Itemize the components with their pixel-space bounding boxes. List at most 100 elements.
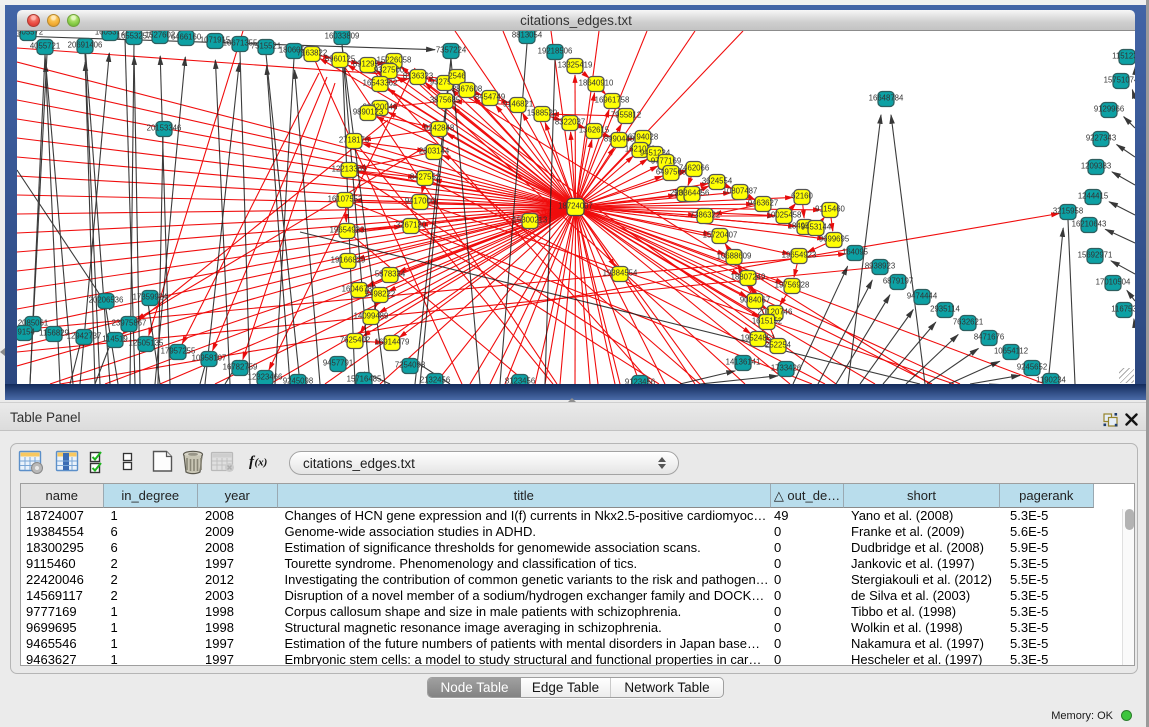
- svg-text:8123456: 8123456: [505, 377, 535, 385]
- svg-text:9115460: 9115460: [815, 205, 845, 214]
- svg-text:18807249: 18807249: [731, 273, 766, 282]
- svg-text:14099489: 14099489: [354, 312, 389, 321]
- svg-text:20153346: 20153346: [147, 124, 182, 133]
- svg-text:8471676: 8471676: [974, 333, 1004, 342]
- svg-text:9245098: 9245098: [283, 377, 313, 385]
- svg-text:8136323: 8136323: [403, 72, 433, 81]
- svg-text:1615152: 1615152: [752, 317, 782, 326]
- svg-text:18724007: 18724007: [558, 202, 593, 211]
- svg-text:1733426: 1733426: [771, 364, 801, 373]
- svg-text:15751074: 15751074: [1104, 76, 1135, 85]
- svg-text:9463627: 9463627: [748, 199, 778, 208]
- svg-text:8813054: 8813054: [512, 31, 543, 40]
- svg-text:10654112: 10654112: [994, 347, 1028, 356]
- svg-text:116753: 116753: [1111, 305, 1135, 314]
- svg-text:13325419: 13325419: [558, 61, 593, 70]
- svg-text:9129966: 9129966: [1094, 105, 1124, 114]
- svg-text:2132456: 2132456: [420, 376, 450, 385]
- svg-text:62160: 62160: [791, 192, 813, 201]
- svg-text:3215958: 3215958: [1053, 207, 1083, 216]
- svg-text:1156829: 1156829: [39, 329, 69, 338]
- svg-text:(x): (x): [255, 457, 268, 469]
- svg-text:7386322: 7386322: [690, 211, 720, 220]
- svg-text:9327500: 9327500: [374, 66, 405, 75]
- svg-text:7632621: 7632621: [953, 318, 983, 327]
- svg-text:16543362: 16543362: [363, 79, 398, 88]
- svg-text:7462066: 7462066: [679, 164, 709, 173]
- svg-text:7625402: 7625402: [340, 336, 370, 345]
- svg-text:3267130: 3267130: [396, 221, 427, 230]
- svg-text:10688609: 10688609: [717, 252, 752, 261]
- svg-text:16033809: 16033809: [325, 32, 360, 41]
- svg-text:7515521: 7515521: [251, 42, 281, 51]
- svg-text:1244415: 1244415: [1078, 192, 1109, 201]
- svg-text:9084067: 9084067: [740, 296, 770, 305]
- svg-text:6879197: 6879197: [883, 277, 913, 286]
- svg-text:7163822: 7163822: [297, 49, 327, 58]
- svg-text:10958107: 10958107: [192, 354, 227, 363]
- svg-text:7955812: 7955812: [611, 111, 641, 120]
- svg-text:9699695: 9699695: [819, 235, 850, 244]
- svg-text:9777169: 9777169: [651, 157, 681, 166]
- svg-text:19756928: 19756928: [775, 281, 810, 290]
- svg-text:8454749: 8454749: [475, 93, 505, 102]
- svg-text:9245652: 9245652: [1017, 363, 1047, 372]
- svg-text:17010504: 17010504: [1096, 278, 1131, 287]
- svg-text:8960125: 8960125: [325, 55, 356, 64]
- svg-text:1209383: 1209383: [1081, 162, 1111, 171]
- svg-text:10025458: 10025458: [767, 211, 802, 220]
- svg-text:15692971: 15692971: [1078, 251, 1113, 260]
- svg-text:19384554: 19384554: [603, 269, 638, 278]
- svg-text:114519: 114519: [102, 335, 127, 344]
- svg-text:9146821: 9146821: [503, 100, 533, 109]
- svg-text:9417006: 9417006: [405, 197, 435, 206]
- svg-text:16210643: 16210643: [1072, 220, 1107, 229]
- svg-text:19218506: 19218506: [538, 47, 573, 56]
- svg-text:2803144: 2803144: [419, 147, 450, 156]
- svg-text:3624554: 3624554: [702, 177, 733, 186]
- svg-text:4055721: 4055721: [30, 42, 60, 51]
- svg-text:6794028: 6794028: [628, 133, 658, 142]
- svg-text:39154: 39154: [17, 328, 36, 337]
- svg-text:16782759: 16782759: [223, 363, 258, 372]
- svg-text:15720407: 15720407: [703, 231, 738, 240]
- svg-text:19654923: 19654923: [782, 251, 817, 260]
- svg-text:14136141: 14136141: [726, 358, 761, 367]
- svg-text:1362615: 1362615: [579, 126, 610, 135]
- svg-text:1151234: 1151234: [1112, 52, 1135, 61]
- svg-text:6466160: 6466160: [171, 33, 202, 42]
- svg-text:12323466: 12323466: [248, 373, 283, 382]
- svg-text:20364456: 20364456: [675, 189, 710, 198]
- svg-text:1190234: 1190234: [1036, 376, 1066, 385]
- svg-text:9453144: 9453144: [801, 223, 832, 232]
- svg-text:252254: 252254: [765, 341, 792, 350]
- svg-text:12942737: 12942737: [67, 332, 102, 341]
- svg-text:12213369: 12213369: [332, 165, 367, 174]
- svg-text:8427552: 8427552: [410, 173, 440, 182]
- svg-text:7254098: 7254098: [395, 361, 425, 370]
- svg-text:5498222: 5498222: [365, 290, 395, 299]
- svg-text:3875685: 3875685: [430, 96, 461, 105]
- svg-text:12505135: 12505135: [129, 339, 164, 348]
- svg-text:20691406: 20691406: [68, 41, 103, 50]
- svg-text:9123456: 9123456: [625, 378, 655, 385]
- svg-text:16107552: 16107552: [328, 195, 363, 204]
- svg-text:16961758: 16961758: [595, 96, 630, 105]
- svg-text:7357224: 7357224: [436, 46, 467, 55]
- svg-text:8938923: 8938923: [865, 262, 895, 271]
- svg-text:2935114: 2935114: [930, 305, 960, 314]
- svg-text:1588520: 1588520: [527, 109, 558, 118]
- svg-text:19654933: 19654933: [330, 226, 365, 235]
- svg-text:20206536: 20206536: [89, 296, 124, 305]
- svg-text:16914479: 16914479: [375, 338, 410, 347]
- svg-text:15716485: 15716485: [347, 375, 382, 384]
- svg-text:9227343: 9227343: [1086, 134, 1116, 143]
- svg-text:17359924: 17359924: [133, 293, 168, 302]
- svg-text:18640910: 18640910: [579, 79, 614, 88]
- svg-text:1905572: 1905572: [17, 31, 43, 37]
- svg-text:15300213: 15300213: [513, 216, 548, 225]
- svg-text:9457791: 9457791: [323, 359, 353, 368]
- svg-text:19166829: 19166829: [331, 256, 366, 265]
- svg-text:10807487: 10807487: [723, 187, 758, 196]
- svg-text:9242848: 9242848: [424, 124, 454, 133]
